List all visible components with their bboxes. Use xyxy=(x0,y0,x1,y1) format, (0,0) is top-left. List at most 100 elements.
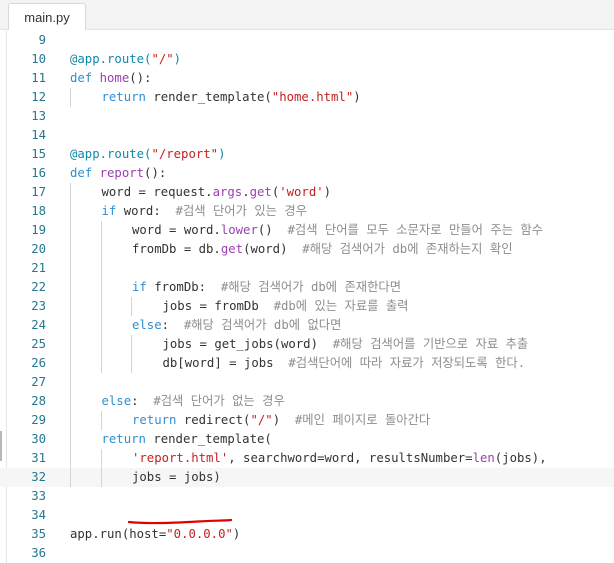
code-line[interactable]: 14 xyxy=(0,126,614,145)
indent-guide xyxy=(100,354,102,373)
indent-guide xyxy=(100,449,102,468)
code-text: @app.route("/report") xyxy=(70,145,225,164)
code-line[interactable]: 23 jobs = fromDb #db에 있는 자료를 출력 xyxy=(0,297,614,316)
code-token: #검색 단어를 모두 소문자로 만들어 주는 함수 xyxy=(287,223,543,237)
code-line[interactable]: 29 return redirect("/") #메인 페이지로 돌아간다 xyxy=(0,411,614,430)
code-line[interactable]: 34 xyxy=(0,506,614,525)
line-number: 27 xyxy=(31,375,46,389)
code-line[interactable]: 15 @app.route("/report") xyxy=(0,145,614,164)
line-number: 18 xyxy=(31,204,46,218)
code-line[interactable]: 17 word = request.args.get('word') xyxy=(0,183,614,202)
indent-guide xyxy=(70,202,71,221)
code-token: args xyxy=(212,185,243,199)
line-number: 20 xyxy=(31,242,46,256)
code-line[interactable]: 18 if word: #검색 단어가 있는 경우 xyxy=(0,202,614,221)
code-token: report xyxy=(99,166,145,180)
code-token: (): xyxy=(144,166,167,180)
code-token: #해당 검색어가 db에 존재한다면 xyxy=(220,280,402,294)
code-token: get xyxy=(249,185,272,199)
code-token: def xyxy=(70,166,100,180)
code-token: . xyxy=(242,185,250,199)
code-token: #검색 단어가 없는 경우 xyxy=(153,394,285,408)
code-token: "0.0.0.0" xyxy=(166,527,233,541)
code-line[interactable]: 26 db[word] = jobs #검색단어에 따라 자료가 저장되도록 한다… xyxy=(0,354,614,373)
code-token: word: xyxy=(123,204,176,218)
code-line[interactable]: 21 xyxy=(0,259,614,278)
code-token: "/" xyxy=(151,52,174,66)
line-number: 23 xyxy=(31,299,46,313)
code-text: def report(): xyxy=(70,164,166,183)
line-number: 26 xyxy=(31,356,46,370)
code-line[interactable]: 25 jobs = get_jobs(word) #해당 검색어를 기반으로 자료… xyxy=(0,335,614,354)
code-text: else: #해당 검색어가 db에 없다면 xyxy=(132,316,341,335)
code-line[interactable]: 12 return render_template("home.html") xyxy=(0,88,614,107)
indent-guide xyxy=(70,373,71,392)
code-line[interactable]: 33 xyxy=(0,487,614,506)
code-token: app.run(host= xyxy=(70,527,167,541)
code-token: render_template( xyxy=(153,432,272,446)
code-token: (jobs), xyxy=(494,451,547,465)
code-line[interactable]: 36 xyxy=(0,544,614,563)
code-token: ) xyxy=(323,185,332,199)
line-number: 16 xyxy=(31,166,46,180)
code-line[interactable]: 24 else: #해당 검색어가 db에 없다면 xyxy=(0,316,614,335)
code-line[interactable]: 19 word = word.lower() #검색 단어를 모두 소문자로 만들… xyxy=(0,221,614,240)
code-line[interactable]: 30 return render_template( xyxy=(0,430,614,449)
indent-guide xyxy=(100,297,102,316)
code-token: #메인 페이지로 돌아간다 xyxy=(294,413,431,427)
code-line[interactable]: 22 if fromDb: #해당 검색어가 db에 존재한다면 xyxy=(0,278,614,297)
code-token: #해당 검색어가 db에 존재하는지 확인 xyxy=(302,242,513,256)
code-line[interactable]: 10 @app.route("/") xyxy=(0,50,614,69)
code-token: #검색단어에 따라 자료가 저장되도록 한다. xyxy=(288,356,526,370)
code-token: ) xyxy=(232,527,241,541)
code-token: #db에 있는 자료를 출력 xyxy=(273,299,409,313)
code-token: 'word' xyxy=(279,185,324,199)
code-token: def xyxy=(70,71,100,85)
line-number: 11 xyxy=(31,71,46,85)
code-token: word = word. xyxy=(132,223,221,237)
line-number: 10 xyxy=(31,52,46,66)
indent-guide xyxy=(70,411,71,430)
code-line[interactable]: 13 xyxy=(0,107,614,126)
indent-guide xyxy=(70,316,71,335)
code-token: redirect( xyxy=(183,413,251,427)
indent-guide xyxy=(70,392,71,411)
code-token: "/" xyxy=(250,413,273,427)
indent-guide xyxy=(70,278,71,297)
code-text: if word: #검색 단어가 있는 경우 xyxy=(102,202,307,221)
code-text: jobs = fromDb #db에 있는 자료를 출력 xyxy=(163,297,409,316)
code-token: : xyxy=(131,394,154,408)
code-line[interactable]: 31 'report.html', searchword=word, result… xyxy=(0,449,614,468)
code-line[interactable]: 35 app.run(host="0.0.0.0") xyxy=(0,525,614,544)
code-token: (): xyxy=(129,71,152,85)
code-token: else xyxy=(132,318,162,332)
code-editor[interactable]: 9 10 @app.route("/") 11 def home(): 12 return … xyxy=(0,30,614,563)
tab-main-py[interactable]: main.py xyxy=(8,3,86,30)
line-number: 32 xyxy=(31,470,46,484)
indent-guide xyxy=(100,240,102,259)
code-line[interactable]: 28 else: #검색 단어가 없는 경우 xyxy=(0,392,614,411)
code-token: return xyxy=(101,90,154,104)
code-token: #해당 검색어가 db에 없다면 xyxy=(183,318,342,332)
code-token: return xyxy=(101,432,154,446)
code-token: get xyxy=(220,242,244,256)
indent-guide xyxy=(131,297,132,316)
code-token: ) xyxy=(353,90,361,104)
code-token: jobs = fromDb xyxy=(162,299,274,313)
line-number: 9 xyxy=(38,33,46,47)
indent-guide xyxy=(70,221,71,240)
code-line[interactable]: 9 xyxy=(0,31,614,50)
code-text: jobs = get_jobs(word) #해당 검색어를 기반으로 자료 추… xyxy=(163,335,529,354)
code-line[interactable]: 16 def report(): xyxy=(0,164,614,183)
code-token: db[word] = jobs xyxy=(162,356,289,370)
indent-guide xyxy=(131,354,132,373)
code-line[interactable]: 11 def home(): xyxy=(0,69,614,88)
red-underline-annotation xyxy=(128,518,232,525)
code-line[interactable]: 27 xyxy=(0,373,614,392)
code-token: (word) xyxy=(243,242,303,256)
code-line[interactable]: 32 jobs = jobs) xyxy=(0,468,614,487)
code-line[interactable]: 20 fromDb = db.get(word) #해당 검색어가 db에 존재하… xyxy=(0,240,614,259)
line-number: 35 xyxy=(31,527,46,541)
indent-guide xyxy=(70,240,71,259)
indent-guide xyxy=(70,259,71,278)
